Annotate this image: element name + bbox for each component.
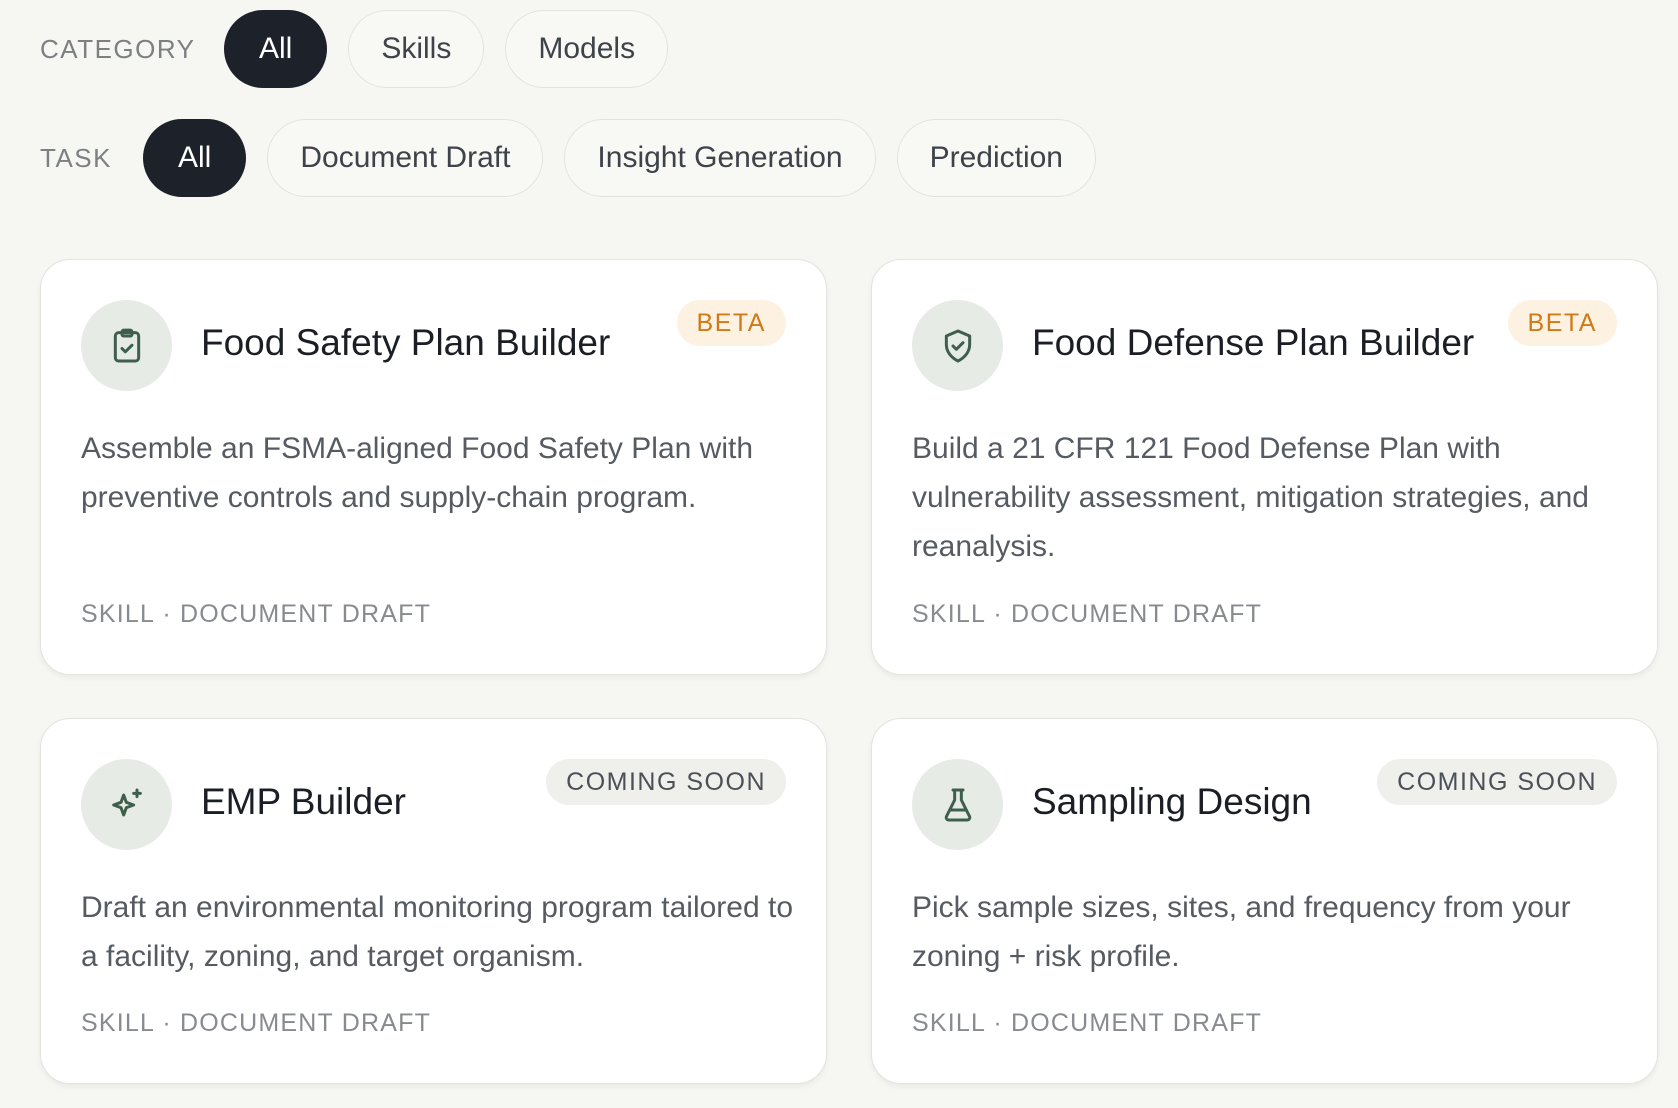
category-filter-label: CATEGORY bbox=[40, 33, 196, 64]
clipboard-check-icon bbox=[81, 300, 172, 391]
category-chip-models[interactable]: Models bbox=[505, 10, 669, 88]
sparkles-icon bbox=[81, 759, 172, 850]
category-chip-skills[interactable]: Skills bbox=[348, 10, 485, 88]
card-sampling-design[interactable]: Sampling Design COMING SOON Pick sample … bbox=[871, 718, 1658, 1084]
task-filter: TASK All Document Draft Insight Generati… bbox=[40, 119, 1117, 197]
card-description: Draft an environmental monitoring progra… bbox=[81, 891, 794, 973]
category-filter: CATEGORY All Skills Models bbox=[40, 10, 689, 88]
card-meta: SKILL · DOCUMENT DRAFT bbox=[81, 600, 432, 628]
shield-check-icon bbox=[912, 300, 1003, 391]
task-filter-label: TASK bbox=[40, 142, 112, 173]
coming-soon-badge: COMING SOON bbox=[546, 759, 786, 805]
task-chip-insight-generation[interactable]: Insight Generation bbox=[564, 119, 876, 197]
flask-icon bbox=[912, 759, 1003, 850]
task-chip-all[interactable]: All bbox=[143, 119, 247, 197]
card-description: Build a 21 CFR 121 Food Defense Plan wit… bbox=[912, 432, 1589, 563]
beta-badge: BETA bbox=[676, 300, 786, 346]
card-food-safety-plan-builder[interactable]: Food Safety Plan Builder BETA Assemble a… bbox=[40, 259, 827, 675]
card-meta: SKILL · DOCUMENT DRAFT bbox=[912, 1009, 1263, 1037]
category-chip-all[interactable]: All bbox=[224, 10, 328, 88]
coming-soon-badge: COMING SOON bbox=[1377, 759, 1617, 805]
beta-badge: BETA bbox=[1507, 300, 1617, 346]
task-chip-document-draft[interactable]: Document Draft bbox=[267, 119, 544, 197]
card-meta: SKILL · DOCUMENT DRAFT bbox=[912, 600, 1263, 628]
card-description: Assemble an FSMA-aligned Food Safety Pla… bbox=[81, 432, 753, 514]
card-title: Sampling Design bbox=[1032, 781, 1312, 822]
card-food-defense-plan-builder[interactable]: Food Defense Plan Builder BETA Build a 2… bbox=[871, 259, 1658, 675]
card-title: EMP Builder bbox=[201, 781, 406, 822]
card-title: Food Safety Plan Builder bbox=[201, 322, 611, 363]
card-emp-builder[interactable]: EMP Builder COMING SOON Draft an environ… bbox=[40, 718, 827, 1084]
card-title: Food Defense Plan Builder bbox=[1032, 322, 1475, 363]
card-description: Pick sample sizes, sites, and frequency … bbox=[912, 891, 1571, 973]
card-meta: SKILL · DOCUMENT DRAFT bbox=[81, 1009, 432, 1037]
task-chip-prediction[interactable]: Prediction bbox=[896, 119, 1096, 197]
